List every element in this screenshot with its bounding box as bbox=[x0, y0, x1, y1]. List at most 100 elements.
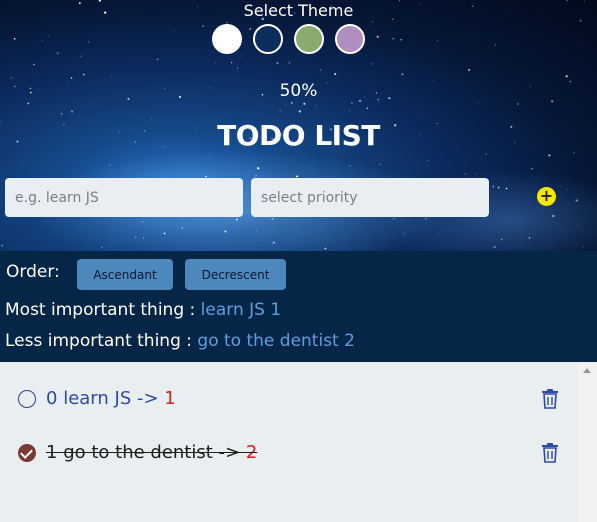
less-important-line: Less important thing : go to the dentist… bbox=[5, 331, 355, 351]
complete-toggle[interactable] bbox=[18, 444, 36, 462]
star bbox=[528, 237, 531, 239]
star bbox=[465, 173, 467, 175]
less-important-value: go to the dentist 2 bbox=[197, 331, 355, 351]
star bbox=[288, 62, 291, 64]
star bbox=[257, 167, 260, 170]
star bbox=[371, 21, 374, 23]
sort-ascendant-button[interactable]: Ascendant bbox=[77, 259, 173, 290]
todo-index: 0 bbox=[46, 388, 58, 409]
order-panel: Order: Ascendant Decrescent Most importa… bbox=[0, 251, 597, 362]
star bbox=[319, 69, 322, 71]
star bbox=[349, 110, 351, 112]
star bbox=[573, 152, 575, 154]
star bbox=[548, 154, 551, 157]
star bbox=[271, 218, 274, 220]
most-important-label: Most important thing : bbox=[5, 300, 196, 320]
plus-icon: + bbox=[539, 186, 554, 205]
star bbox=[202, 25, 204, 28]
star bbox=[437, 233, 439, 235]
star bbox=[101, 246, 103, 249]
star bbox=[298, 110, 301, 113]
progress-percent: 50% bbox=[279, 81, 318, 101]
most-important-value: learn JS 1 bbox=[200, 300, 282, 320]
complete-toggle[interactable] bbox=[18, 390, 36, 408]
todo-item: 0 learn JS -> 1 bbox=[0, 380, 578, 420]
sort-decrescent-button[interactable]: Decrescent bbox=[185, 259, 286, 290]
star bbox=[468, 69, 470, 71]
star bbox=[156, 58, 159, 61]
star bbox=[10, 76, 13, 79]
trash-icon[interactable] bbox=[541, 389, 559, 409]
todo-index: 1 bbox=[46, 442, 58, 463]
star bbox=[575, 199, 578, 202]
star bbox=[70, 110, 74, 113]
star bbox=[376, 35, 379, 38]
star bbox=[88, 41, 90, 43]
star bbox=[135, 236, 137, 238]
todo-label: go to the dentist bbox=[63, 442, 213, 463]
star bbox=[231, 62, 233, 64]
star bbox=[276, 62, 279, 65]
star bbox=[163, 232, 166, 235]
trash-icon[interactable] bbox=[541, 443, 559, 463]
star bbox=[45, 220, 47, 222]
scroll-up-arrow[interactable] bbox=[583, 368, 591, 373]
star bbox=[393, 217, 395, 219]
star bbox=[235, 218, 238, 221]
todo-arrow: -> bbox=[218, 442, 241, 463]
todo-label: learn JS bbox=[63, 388, 132, 409]
star bbox=[427, 159, 429, 161]
star bbox=[581, 44, 583, 46]
star bbox=[82, 73, 85, 76]
star bbox=[517, 103, 519, 105]
add-task-button[interactable]: + bbox=[537, 187, 556, 206]
star bbox=[314, 236, 316, 238]
star bbox=[109, 164, 111, 166]
star bbox=[314, 105, 316, 107]
star bbox=[48, 35, 50, 37]
star bbox=[224, 230, 227, 233]
theme-swatch-purple[interactable] bbox=[335, 24, 365, 54]
star bbox=[205, 157, 207, 159]
star bbox=[143, 237, 145, 239]
star bbox=[471, 33, 473, 35]
star bbox=[474, 173, 476, 175]
star bbox=[392, 218, 393, 220]
todo-priority: 1 bbox=[164, 388, 176, 409]
priority-input[interactable] bbox=[251, 178, 489, 217]
star bbox=[478, 103, 480, 104]
scrollbar[interactable] bbox=[578, 362, 597, 522]
star bbox=[497, 186, 500, 189]
less-important-label: Less important thing : bbox=[5, 331, 192, 351]
todo-item-text: 1 go to the dentist -> 2 bbox=[46, 442, 257, 463]
star bbox=[181, 226, 184, 229]
todo-arrow: -> bbox=[136, 388, 159, 409]
theme-title: Select Theme bbox=[243, 1, 354, 20]
star bbox=[324, 247, 327, 250]
theme-swatch-white[interactable] bbox=[212, 24, 242, 54]
star bbox=[492, 185, 494, 188]
todo-priority: 2 bbox=[245, 442, 258, 463]
star bbox=[425, 218, 427, 220]
most-important-line: Most important thing : learn JS 1 bbox=[5, 300, 281, 320]
star bbox=[505, 187, 508, 190]
star bbox=[56, 52, 59, 55]
star bbox=[27, 102, 30, 105]
star bbox=[303, 102, 306, 105]
star bbox=[379, 163, 381, 165]
star bbox=[279, 109, 281, 112]
star bbox=[60, 112, 63, 115]
star bbox=[351, 102, 353, 104]
star bbox=[33, 63, 35, 66]
theme-swatch-navy[interactable] bbox=[253, 24, 283, 54]
task-input[interactable] bbox=[5, 178, 243, 217]
star bbox=[158, 239, 160, 241]
todo-list: 0 learn JS -> 1 1 go to the dentist -> 2 bbox=[0, 362, 578, 522]
star bbox=[236, 67, 239, 69]
star bbox=[241, 55, 243, 57]
star bbox=[1, 244, 4, 247]
star bbox=[392, 37, 395, 40]
star bbox=[370, 63, 373, 65]
theme-swatch-green[interactable] bbox=[294, 24, 324, 54]
star bbox=[174, 30, 176, 32]
